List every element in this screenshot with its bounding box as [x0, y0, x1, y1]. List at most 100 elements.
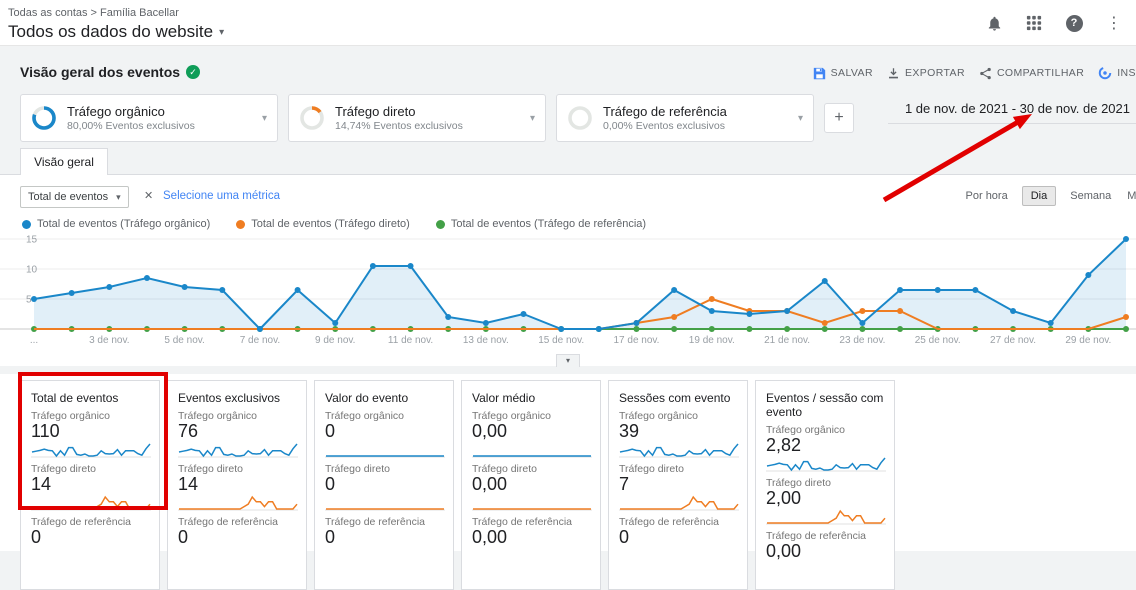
app-header: Todas as contas > Família Bacellar Todos…: [0, 0, 1136, 46]
metric-dropdown[interactable]: Total de eventos ▾: [20, 186, 129, 208]
insights-icon: [1098, 66, 1112, 80]
sparkline: [178, 495, 298, 511]
segment-card-organic[interactable]: Tráfego orgânico 80,00% Eventos exclusiv…: [20, 94, 278, 142]
chevron-down-icon[interactable]: ▾: [530, 113, 535, 124]
expand-table-button[interactable]: ▾: [556, 354, 580, 367]
breadcrumb[interactable]: Todas as contas > Família Bacellar: [8, 7, 179, 19]
scorecard-metric-label: Tráfego direto: [325, 463, 443, 475]
add-segment-button[interactable]: +: [824, 103, 854, 133]
scorecard-metric-value: 76: [178, 422, 296, 441]
svg-text:19 de nov.: 19 de nov.: [689, 335, 735, 346]
legend-item: Total de eventos (Tráfego direto): [236, 218, 410, 230]
action-bar: SALVAR EXPORTAR COMPARTILHAR INSIGHTS: [813, 66, 1136, 80]
sparkline: [766, 456, 886, 472]
scorecard-metric-value: 0,00: [472, 475, 590, 494]
segment-donut-icon: [567, 105, 593, 131]
legend-color-dot: [22, 220, 31, 229]
svg-text:25 de nov.: 25 de nov.: [915, 335, 961, 346]
header-icons: ? ⋮: [984, 13, 1124, 33]
save-button[interactable]: SALVAR: [813, 67, 873, 80]
tab-visao-geral[interactable]: Visão geral: [20, 148, 108, 175]
scorecard-metric-label: Tráfego de referência: [178, 516, 296, 528]
scorecard-metric-value: 0: [178, 528, 296, 547]
scorecard-metric-value: 0: [619, 528, 737, 547]
insights-label: INSIGHTS: [1117, 67, 1136, 79]
save-label: SALVAR: [831, 67, 873, 79]
share-label: COMPARTILHAR: [997, 67, 1084, 79]
granularity-semana[interactable]: Semana: [1068, 187, 1113, 205]
scorecard-title: Valor do evento: [325, 391, 443, 405]
legend-label: Total de eventos (Tráfego de referência): [451, 218, 646, 230]
help-icon[interactable]: ?: [1064, 13, 1084, 33]
svg-text:...: ...: [30, 335, 38, 346]
metric-dropdown-label: Total de eventos: [28, 191, 108, 203]
scorecard-metric-value: 0: [325, 475, 443, 494]
scorecard-metric-value: 39: [619, 422, 737, 441]
notifications-bell-icon[interactable]: [984, 13, 1004, 33]
property-selector[interactable]: Todos os dados do website ▾: [8, 22, 224, 42]
sparkline: [766, 509, 886, 525]
scorecard-metric-value: 0,00: [472, 528, 590, 547]
segment-name: Tráfego orgânico: [67, 104, 252, 119]
download-icon: [887, 67, 900, 80]
scorecard-metric-label: Tráfego direto: [619, 463, 737, 475]
chevron-down-icon: ▾: [219, 27, 224, 38]
granularity-mês[interactable]: Mês: [1125, 187, 1136, 205]
chevron-down-icon[interactable]: ▾: [262, 113, 267, 124]
chevron-down-icon: ▾: [116, 192, 121, 203]
scorecard-metric-value: 0,00: [472, 422, 590, 441]
legend-color-dot: [436, 220, 445, 229]
legend-label: Total de eventos (Tráfego orgânico): [37, 218, 210, 230]
segment-subtitle: 0,00% Eventos exclusivos: [603, 120, 788, 132]
remove-metric-icon[interactable]: ✕: [144, 189, 153, 202]
sparkline: [31, 495, 151, 511]
svg-text:15: 15: [26, 235, 38, 246]
insights-button[interactable]: INSIGHTS: [1098, 66, 1136, 80]
chevron-down-icon[interactable]: ▾: [798, 113, 803, 124]
scorecard-metric-label: Tráfego de referência: [325, 516, 443, 528]
scorecard-metric-value: 7: [619, 475, 737, 494]
sparkline: [325, 495, 445, 511]
segment-card-direct[interactable]: Tráfego direto 14,74% Eventos exclusivos…: [288, 94, 546, 142]
chart-panel: Total de eventos ▾ ✕ Selecione uma métri…: [0, 174, 1136, 366]
kebab-menu-icon[interactable]: ⋮: [1104, 13, 1124, 33]
export-button[interactable]: EXPORTAR: [887, 67, 965, 80]
segment-texts: Tráfego direto 14,74% Eventos exclusivos: [335, 104, 520, 132]
date-range-selector[interactable]: 1 de nov. de 2021 - 30 de nov. de 2021: [888, 94, 1136, 124]
svg-text:17 de nov.: 17 de nov.: [613, 335, 659, 346]
share-button[interactable]: COMPARTILHAR: [979, 67, 1084, 80]
svg-text:27 de nov.: 27 de nov.: [990, 335, 1036, 346]
svg-text:5 de nov.: 5 de nov.: [164, 335, 204, 346]
sparkline: [178, 442, 298, 458]
sparkline: [472, 495, 592, 511]
scorecard-metric-value: 2,00: [766, 489, 884, 508]
segment-card-referral[interactable]: Tráfego de referência 0,00% Eventos excl…: [556, 94, 814, 142]
apps-grid-icon[interactable]: [1024, 13, 1044, 33]
legend-item: Total de eventos (Tráfego orgânico): [22, 218, 210, 230]
scorecard-title: Eventos exclusivos: [178, 391, 296, 405]
scorecard: Total de eventosTráfego orgânico110Tráfe…: [20, 380, 160, 590]
segment-subtitle: 14,74% Eventos exclusivos: [335, 120, 520, 132]
scorecard-metric-value: 2,82: [766, 436, 884, 455]
scorecard: Sessões com eventoTráfego orgânico39Tráf…: [608, 380, 748, 590]
svg-text:7 de nov.: 7 de nov.: [240, 335, 280, 346]
share-icon: [979, 67, 992, 80]
sparkline: [472, 442, 592, 458]
scorecard-metric-value: 0,00: [766, 542, 884, 561]
scorecard-metric-label: Tráfego de referência: [31, 516, 149, 528]
granularity-por-hora[interactable]: Por hora: [964, 187, 1010, 205]
scorecard-metric-value: 14: [178, 475, 296, 494]
legend-color-dot: [236, 220, 245, 229]
scorecard-metric-value: 0: [325, 422, 443, 441]
sparkline: [619, 442, 739, 458]
scorecard: Eventos / sessão com eventoTráfego orgân…: [755, 380, 895, 590]
segment-donut-icon: [299, 105, 325, 131]
svg-text:9 de nov.: 9 de nov.: [315, 335, 355, 346]
page-title-text: Visão geral dos eventos: [20, 64, 180, 80]
add-metric-link[interactable]: Selecione uma métrica: [163, 190, 280, 202]
chart-legend: Total de eventos (Tráfego orgânico) Total…: [22, 218, 646, 230]
svg-text:13 de nov.: 13 de nov.: [463, 335, 509, 346]
segment-name: Tráfego de referência: [603, 104, 788, 119]
granularity-dia[interactable]: Dia: [1022, 186, 1057, 206]
svg-text:11 de nov.: 11 de nov.: [388, 335, 433, 346]
